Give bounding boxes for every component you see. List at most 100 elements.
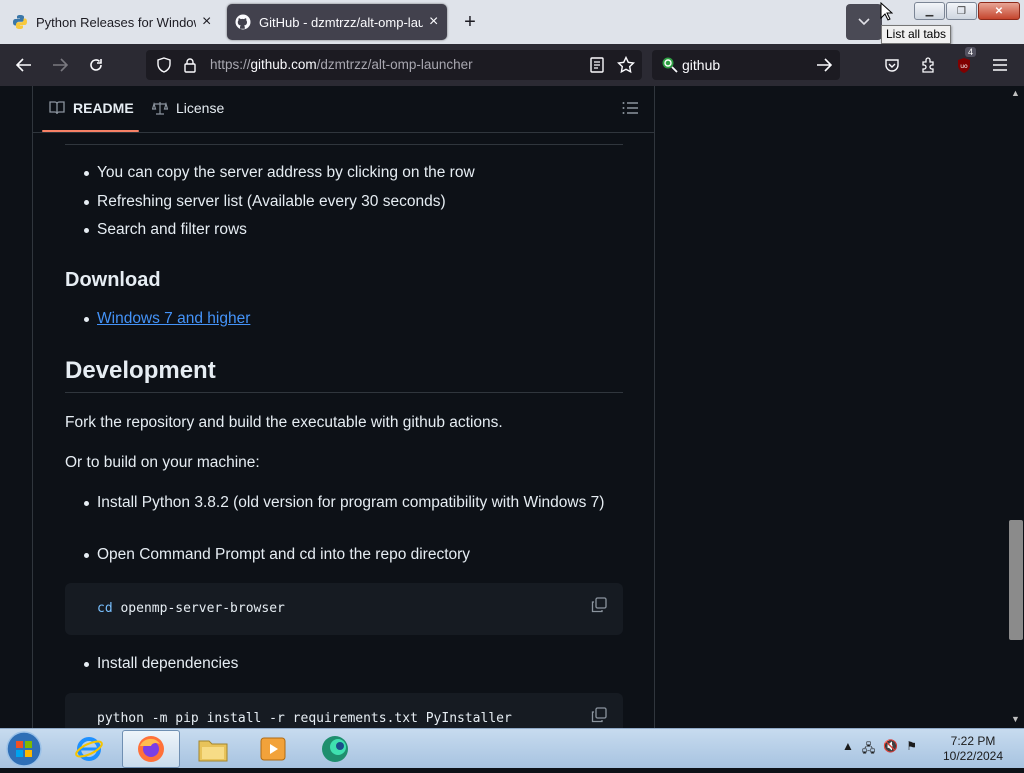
minimize-button[interactable]: ▁ [914,2,945,20]
scrollbar-thumb[interactable] [1009,520,1023,640]
taskbar-file-explorer[interactable] [184,730,242,768]
paragraph: Fork the repository and build the execut… [65,414,503,431]
chevron-down-icon [858,18,870,26]
scale-icon [152,101,168,115]
taskbar-firefox[interactable] [122,730,180,768]
github-icon [235,14,251,30]
windows-taskbar: ▲ 🖧 🔇 ⚑ 7:22 PM 10/22/2024 [0,728,1024,768]
readme-header: README License [33,86,654,133]
heading-underline [65,392,623,393]
page-content[interactable]: README License You can copy the server a… [0,86,1024,728]
bookmark-star-icon[interactable] [617,56,635,74]
media-player-icon [260,737,286,761]
book-icon [49,101,65,115]
new-tab-button[interactable]: + [458,10,482,34]
paragraph: Or to build on your machine: [65,454,260,471]
copy-icon[interactable] [591,707,607,723]
search-bar[interactable]: github [652,50,840,80]
reload-button[interactable] [82,52,110,78]
system-tray: ▲ 🖧 🔇 ⚑ [842,739,917,760]
arrow-right-icon [53,58,68,72]
svg-text:uo: uo [960,63,968,70]
search-engine-icon [662,57,678,73]
puzzle-icon [922,57,934,73]
menu-button[interactable] [986,52,1014,78]
restore-button[interactable]: ❐ [946,2,977,20]
tab-title: Python Releases for Windows | [36,14,196,30]
scroll-down-arrow-icon[interactable]: ▼ [1011,714,1020,724]
scroll-up-arrow-icon[interactable]: ▲ [1011,88,1020,98]
outline-list-icon[interactable] [622,101,638,115]
readme-panel: README License You can copy the server a… [32,86,655,728]
list-item: You can copy the server address by click… [84,161,475,185]
code-line: cd openmp-server-browser [97,601,285,616]
extension-badge: 4 [965,47,977,57]
app-icon [322,736,348,762]
url-bar[interactable]: https://github.com/dzmtrzz/alt-omp-launc… [146,50,642,80]
extensions-button[interactable] [914,52,942,78]
window-controls: ▁ ❐ ✕ [913,2,1020,20]
tab-label: License [176,100,225,116]
forward-button[interactable] [46,52,74,78]
action-center-flag-icon[interactable]: ⚑ [906,739,917,760]
page-scrollbar[interactable]: ▲ ▼ [1006,86,1024,728]
code-block: python -m pip install -r requirements.tx… [65,693,623,728]
windows-logo-icon [6,731,42,767]
python-icon [12,14,28,30]
taskbar-internet-explorer[interactable] [60,730,118,768]
list-item: Install Python 3.8.2 (old version for pr… [84,491,617,515]
taskbar-app[interactable] [306,730,364,768]
mouse-cursor-icon [880,2,893,21]
tab-python-releases[interactable]: Python Releases for Windows | × [4,4,222,40]
reader-view-icon[interactable] [590,57,604,73]
tab-title: GitHub - dzmtrzz/alt-omp-launcher [259,14,423,30]
list-item: Install dependencies [83,652,238,676]
start-button[interactable] [4,730,44,768]
list-item: Open Command Prompt and cd into the repo… [83,543,470,567]
close-window-button[interactable]: ✕ [978,2,1020,20]
pocket-icon [885,59,899,72]
close-tab-icon[interactable]: × [202,14,211,30]
show-hidden-icons-icon[interactable]: ▲ [842,739,854,760]
back-button[interactable] [10,52,38,78]
tab-github[interactable]: GitHub - dzmtrzz/alt-omp-launcher × [227,4,447,40]
section-divider [65,144,623,145]
shield-icon[interactable] [156,57,172,73]
close-tab-icon[interactable]: × [429,14,438,30]
clock[interactable]: 7:22 PM 10/22/2024 [940,734,1006,764]
navigation-toolbar: https://github.com/dzmtrzz/alt-omp-launc… [0,44,1024,86]
list-item: Search and filter rows [84,218,247,242]
go-arrow-icon[interactable] [816,58,832,72]
ublock-icon: uo [958,57,970,73]
firefox-icon [138,736,164,762]
download-link[interactable]: Windows 7 and higher [97,310,250,327]
search-input[interactable]: github [682,57,720,73]
pocket-button[interactable] [878,52,906,78]
lock-icon[interactable] [183,57,197,73]
network-icon[interactable]: 🖧 [862,739,875,760]
heading-development: Development [65,357,216,384]
internet-explorer-icon [75,737,103,761]
reload-icon [90,59,102,71]
tab-strip: Python Releases for Windows | × GitHub -… [0,0,1024,44]
volume-muted-icon[interactable]: 🔇 [883,739,898,760]
taskbar-media-player[interactable] [244,730,302,768]
url-text[interactable]: https://github.com/dzmtrzz/alt-omp-launc… [210,57,473,72]
heading-download: Download [65,269,161,291]
tooltip: List all tabs [881,25,952,44]
tab-label: README [73,100,134,116]
hamburger-menu-icon [993,59,1007,71]
code-block: cd openmp-server-browser [65,583,623,635]
clock-date: 10/22/2024 [942,749,1004,763]
tab-readme[interactable]: README [49,100,134,116]
active-tab-indicator [42,130,139,132]
list-all-tabs-button[interactable] [846,4,882,40]
file-explorer-icon [198,740,228,762]
tab-license[interactable]: License [152,100,224,116]
code-line: python -m pip install -r requirements.tx… [97,711,512,726]
copy-icon[interactable] [591,597,607,613]
clock-time: 7:22 PM [950,734,996,748]
arrow-left-icon [16,58,31,72]
list-item: Refreshing server list (Available every … [84,190,446,214]
ublock-button[interactable]: uo 4 [950,47,978,78]
